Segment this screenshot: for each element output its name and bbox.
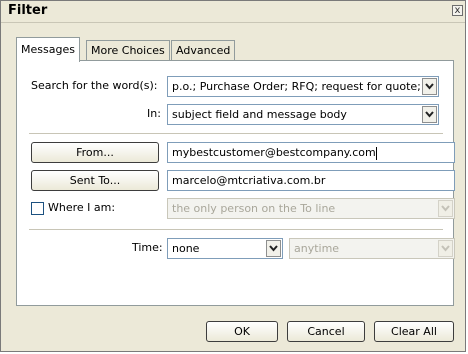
filter-dialog: Filter x Messages More Choices Advanced … bbox=[0, 0, 466, 352]
time-range-select: anytime bbox=[289, 238, 455, 259]
in-select-value: subject field and message body bbox=[172, 108, 347, 121]
where-i-am-checkbox[interactable] bbox=[31, 202, 44, 215]
title-bar: Filter x bbox=[1, 1, 465, 23]
sent-to-button[interactable]: Sent To... bbox=[31, 170, 159, 191]
dialog-title: Filter bbox=[8, 3, 48, 18]
sent-to-input-value: marcelo@mtcriativa.com.br bbox=[172, 174, 326, 187]
separator bbox=[29, 229, 443, 230]
close-icon[interactable]: x bbox=[452, 5, 463, 16]
tab-messages-label: Messages bbox=[21, 43, 75, 56]
tab-advanced[interactable]: Advanced bbox=[171, 40, 236, 60]
separator bbox=[29, 133, 443, 134]
cancel-button[interactable]: Cancel bbox=[287, 321, 365, 342]
tab-more-choices[interactable]: More Choices bbox=[86, 40, 170, 60]
chevron-down-icon[interactable] bbox=[266, 240, 281, 257]
tab-messages[interactable]: Messages bbox=[16, 37, 80, 62]
in-label: In: bbox=[147, 107, 161, 120]
search-words-input[interactable]: p.o.; Purchase Order; RFQ; request for q… bbox=[167, 76, 439, 97]
where-i-am-select: the only person on the To line bbox=[167, 198, 455, 219]
text-cursor bbox=[375, 146, 377, 160]
chevron-down-icon bbox=[438, 200, 453, 217]
time-range-value: anytime bbox=[294, 242, 340, 255]
search-label: Search for the word(s): bbox=[31, 79, 158, 92]
chevron-down-icon bbox=[438, 240, 453, 257]
where-i-am-label: Where I am: bbox=[48, 201, 116, 214]
time-select-value: none bbox=[172, 242, 200, 255]
from-input-value: mybestcustomer@bestcompany.com bbox=[172, 146, 376, 159]
tab-advanced-label: Advanced bbox=[176, 44, 231, 57]
from-button[interactable]: From... bbox=[31, 142, 159, 163]
ok-button[interactable]: OK bbox=[206, 321, 278, 342]
sent-to-input[interactable]: marcelo@mtcriativa.com.br bbox=[167, 170, 455, 191]
chevron-down-icon[interactable] bbox=[422, 78, 437, 95]
where-i-am-value: the only person on the To line bbox=[172, 202, 336, 215]
messages-panel: Search for the word(s): p.o.; Purchase O… bbox=[16, 60, 455, 306]
time-label: Time: bbox=[132, 241, 163, 254]
chevron-down-icon[interactable] bbox=[422, 106, 437, 123]
search-words-value: p.o.; Purchase Order; RFQ; request for q… bbox=[172, 80, 421, 93]
from-input[interactable]: mybestcustomer@bestcompany.com bbox=[167, 142, 455, 163]
in-select[interactable]: subject field and message body bbox=[167, 104, 439, 125]
clear-all-button[interactable]: Clear All bbox=[374, 321, 454, 342]
time-select[interactable]: none bbox=[167, 238, 283, 259]
tab-more-choices-label: More Choices bbox=[91, 44, 165, 57]
